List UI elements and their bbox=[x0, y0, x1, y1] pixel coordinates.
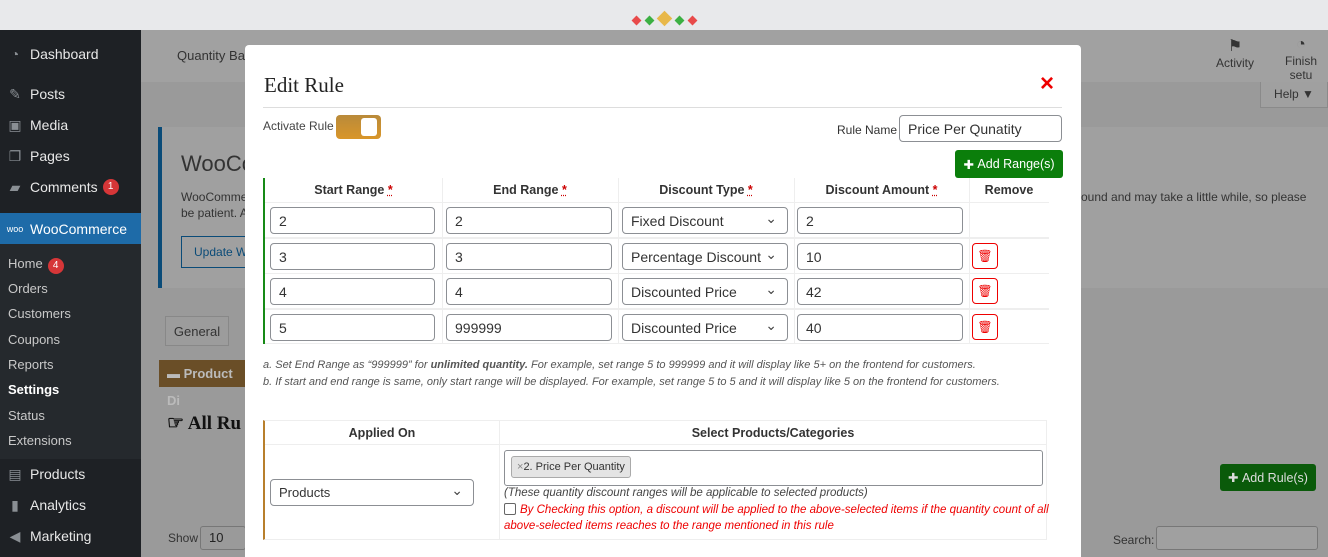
loading-indicator bbox=[0, 10, 1328, 27]
admin-sidebar: ◔ Dashboard ✎ Posts ▣ Media ❐ Pages ▰ Comment… bbox=[0, 30, 141, 557]
sidebar-item-dashboard[interactable]: ◔ Dashboard bbox=[0, 39, 141, 69]
rule-name-label: Rule Name bbox=[837, 123, 898, 137]
discount-type-select[interactable]: Fixed Discount bbox=[622, 207, 788, 234]
dashboard-icon: ◔ bbox=[10, 46, 20, 62]
modal-title: Edit Rule bbox=[264, 73, 344, 97]
select-products-header: Select Products/Categories bbox=[691, 426, 855, 440]
submenu-status[interactable]: Status bbox=[8, 408, 45, 423]
end-range-input[interactable]: 2 bbox=[446, 207, 612, 234]
submenu-orders[interactable]: Orders bbox=[8, 281, 48, 296]
tab-general[interactable]: General bbox=[165, 316, 229, 346]
search-input[interactable] bbox=[1156, 526, 1318, 550]
col-end-range: End Range * bbox=[493, 183, 567, 197]
note-b: b. If start and end range is same, only … bbox=[263, 376, 1000, 388]
start-range-input[interactable]: 3 bbox=[270, 243, 435, 270]
sidebar-item-posts[interactable]: ✎ Posts bbox=[0, 79, 141, 109]
products-multiselect[interactable]: ×2. Price Per Quantity bbox=[504, 450, 1043, 486]
sidebar-item-analytics[interactable]: ▮ Analytics bbox=[0, 490, 141, 520]
woocommerce-submenu: Home 4 Orders Customers Coupons Reports S… bbox=[0, 244, 141, 459]
end-range-input[interactable]: 4 bbox=[446, 278, 612, 305]
megaphone-icon: ◀ bbox=[9, 527, 21, 544]
submenu-home[interactable]: Home 4 bbox=[8, 256, 64, 274]
all-rules-heading: ☞ All Ru bbox=[167, 413, 242, 434]
aggregate-checkbox[interactable] bbox=[504, 503, 516, 515]
product-discount-bar: ▬ Product Di bbox=[159, 360, 249, 408]
remove-range-button[interactable]: 🗑 bbox=[972, 278, 998, 304]
submenu-coupons[interactable]: Coupons bbox=[8, 332, 60, 347]
submenu-customers[interactable]: Customers bbox=[8, 306, 71, 321]
col-start-range: Start Range * bbox=[314, 183, 393, 197]
applied-on-select[interactable]: Products bbox=[270, 479, 474, 506]
ranges-table: Start Range * End Range * Discount Type … bbox=[263, 178, 1049, 344]
activate-rule-label: Activate Rule bbox=[263, 119, 334, 133]
col-discount-amount: Discount Amount * bbox=[825, 183, 938, 197]
show-entries-select[interactable]: 10 bbox=[200, 526, 246, 550]
trash-icon: 🗑 bbox=[977, 249, 993, 263]
add-rules-button[interactable]: ✚ Add Rule(s) bbox=[1220, 464, 1316, 491]
add-range-button[interactable]: ✚ Add Range(s) bbox=[955, 150, 1063, 178]
comments-badge: 1 bbox=[102, 179, 119, 195]
activity-button[interactable]: ⚑ Activity bbox=[1216, 36, 1254, 70]
sidebar-item-marketing[interactable]: ◀ Marketing bbox=[0, 521, 141, 551]
discount-amount-input[interactable]: 10 bbox=[797, 243, 963, 270]
activate-rule-toggle[interactable] bbox=[336, 115, 381, 139]
applied-on-header: Applied On bbox=[348, 426, 416, 440]
col-remove: Remove bbox=[984, 183, 1034, 197]
divider bbox=[263, 107, 1062, 108]
discount-amount-input[interactable]: 40 bbox=[797, 314, 963, 341]
helper-text: (These quantity discount ranges will be … bbox=[504, 487, 868, 499]
submenu-extensions[interactable]: Extensions bbox=[8, 433, 72, 448]
end-range-input[interactable]: 3 bbox=[446, 243, 612, 270]
discount-type-select[interactable]: Discounted Price bbox=[622, 314, 788, 341]
header-title: Quantity Ba bbox=[177, 48, 245, 63]
trash-icon: 🗑 bbox=[977, 284, 993, 298]
sidebar-item-media[interactable]: ▣ Media bbox=[0, 110, 141, 140]
start-range-input[interactable]: 4 bbox=[270, 278, 435, 305]
aggregate-quantity-option: By Checking this option, a discount will… bbox=[504, 503, 1049, 532]
sidebar-item-comments[interactable]: ▰ Comments 1 bbox=[0, 172, 141, 202]
selected-product-tag: ×2. Price Per Quantity bbox=[511, 456, 631, 478]
sidebar-item-products[interactable]: ▤ Products bbox=[0, 459, 141, 489]
pages-icon: ❐ bbox=[8, 147, 22, 164]
comment-icon: ▰ bbox=[9, 178, 21, 195]
bar-chart-icon: ▮ bbox=[11, 496, 19, 513]
remove-range-button[interactable]: 🗑 bbox=[972, 314, 998, 340]
close-icon[interactable]: × bbox=[1040, 70, 1054, 98]
woo-icon: woo bbox=[6, 223, 24, 234]
sidebar-item-woocommerce[interactable]: woo WooCommerce bbox=[0, 213, 141, 244]
flag-icon: ⚑ bbox=[1227, 38, 1243, 55]
sidebar-item-pages[interactable]: ❐ Pages bbox=[0, 141, 141, 171]
start-range-input[interactable]: 5 bbox=[270, 314, 435, 341]
edit-rule-modal: Edit Rule × Activate Rule Rule Name Pric… bbox=[245, 45, 1081, 557]
remove-range-button[interactable]: 🗑 bbox=[972, 243, 998, 269]
submenu-settings[interactable]: Settings bbox=[8, 382, 59, 397]
start-range-input[interactable]: 2 bbox=[270, 207, 435, 234]
col-discount-type: Discount Type * bbox=[659, 183, 753, 197]
discount-amount-input[interactable]: 2 bbox=[797, 207, 963, 234]
end-range-input[interactable]: 999999 bbox=[446, 314, 612, 341]
finish-setup-button[interactable]: ◔ Finish setu bbox=[1274, 36, 1328, 82]
plus-icon: ✚ bbox=[963, 157, 974, 172]
discount-type-select[interactable]: Percentage Discount bbox=[622, 243, 788, 270]
note-a: a. Set End Range as “999999” for unlimit… bbox=[263, 359, 976, 371]
pin-icon: ✎ bbox=[9, 85, 21, 102]
archive-icon: ▤ bbox=[8, 465, 22, 482]
media-icon: ▣ bbox=[8, 116, 22, 133]
discount-amount-input[interactable]: 42 bbox=[797, 278, 963, 305]
rule-name-input[interactable]: Price Per Qunatity bbox=[899, 115, 1062, 142]
trash-icon: 🗑 bbox=[977, 320, 993, 334]
discount-type-select[interactable]: Discounted Price bbox=[622, 278, 788, 305]
submenu-reports[interactable]: Reports bbox=[8, 357, 54, 372]
progress-circle-icon: ◔ bbox=[1296, 36, 1306, 53]
help-tab[interactable]: Help ▼ bbox=[1260, 82, 1328, 108]
applied-on-table: Applied On Select Products/Categories Pr… bbox=[263, 420, 1049, 540]
